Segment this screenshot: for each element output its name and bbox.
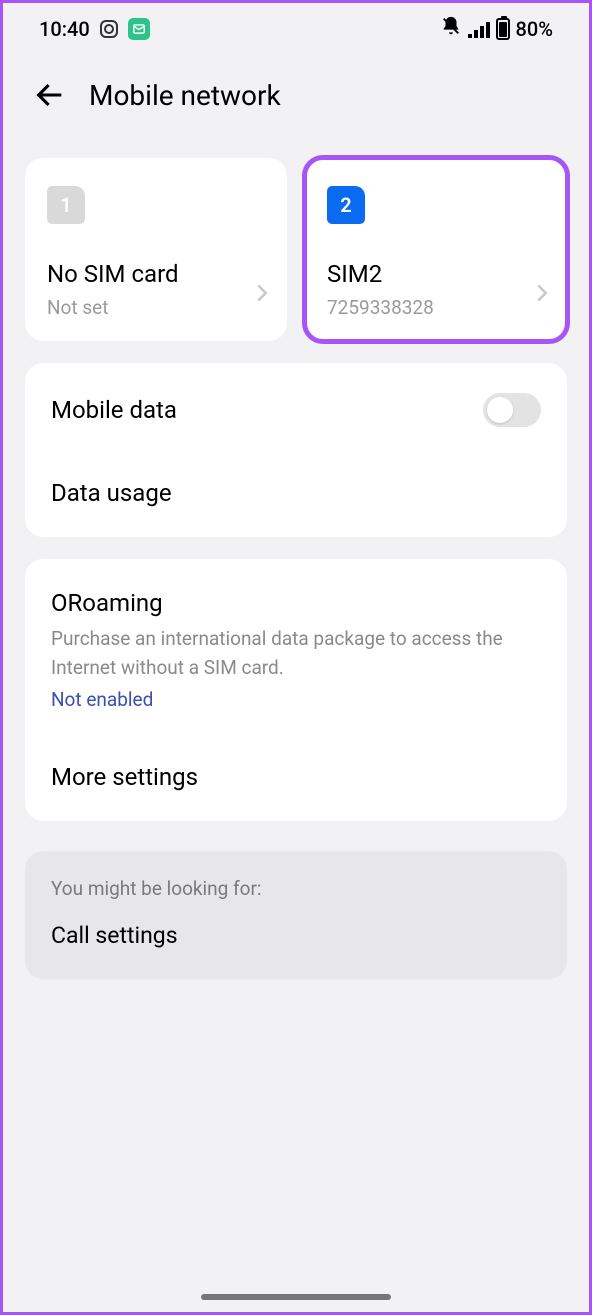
oroaming-row[interactable]: ORoaming Purchase an international data … (25, 563, 567, 737)
sim2-title: SIM2 (327, 260, 545, 288)
status-bar: 10:40 80% (3, 3, 589, 50)
page-header: Mobile network (3, 50, 589, 132)
call-settings-link[interactable]: Call settings (51, 922, 541, 949)
sim-card-2[interactable]: 2 SIM2 7259338328 (305, 158, 567, 341)
data-usage-label: Data usage (51, 479, 541, 507)
chevron-right-icon (535, 283, 549, 307)
battery-icon (496, 18, 510, 40)
oroaming-title: ORoaming (51, 589, 541, 617)
status-time: 10:40 (39, 17, 90, 41)
battery-percent: 80% (516, 17, 553, 41)
sim1-subtitle: Not set (47, 296, 265, 319)
instagram-icon (100, 20, 118, 38)
more-settings-row[interactable]: More settings (25, 737, 567, 817)
sim1-title: No SIM card (47, 260, 265, 288)
more-settings-label: More settings (51, 763, 541, 791)
sim-card-1[interactable]: 1 No SIM card Not set (25, 158, 287, 341)
home-indicator[interactable] (201, 1294, 391, 1300)
messages-icon (128, 18, 150, 40)
chevron-right-icon (255, 283, 269, 307)
suggestions-card: You might be looking for: Call settings (25, 851, 567, 979)
mobile-data-label: Mobile data (51, 396, 483, 424)
back-arrow-icon[interactable] (33, 78, 67, 112)
signal-icon (468, 20, 490, 38)
data-settings-card: Mobile data Data usage (25, 363, 567, 537)
mute-icon (440, 15, 462, 42)
oroaming-description: Purchase an international data package t… (51, 625, 541, 682)
mobile-data-toggle[interactable] (483, 393, 541, 427)
roaming-settings-card: ORoaming Purchase an international data … (25, 559, 567, 821)
oroaming-status: Not enabled (51, 688, 541, 711)
sim-chip-icon: 2 (327, 186, 365, 224)
mobile-data-row[interactable]: Mobile data (25, 367, 567, 453)
sim2-subtitle: 7259338328 (327, 296, 545, 319)
data-usage-row[interactable]: Data usage (25, 453, 567, 533)
suggestions-label: You might be looking for: (51, 877, 541, 900)
page-title: Mobile network (89, 79, 281, 112)
sim-chip-icon: 1 (47, 186, 85, 224)
sim-cards-row: 1 No SIM card Not set 2 SIM2 7259338328 (25, 158, 567, 341)
